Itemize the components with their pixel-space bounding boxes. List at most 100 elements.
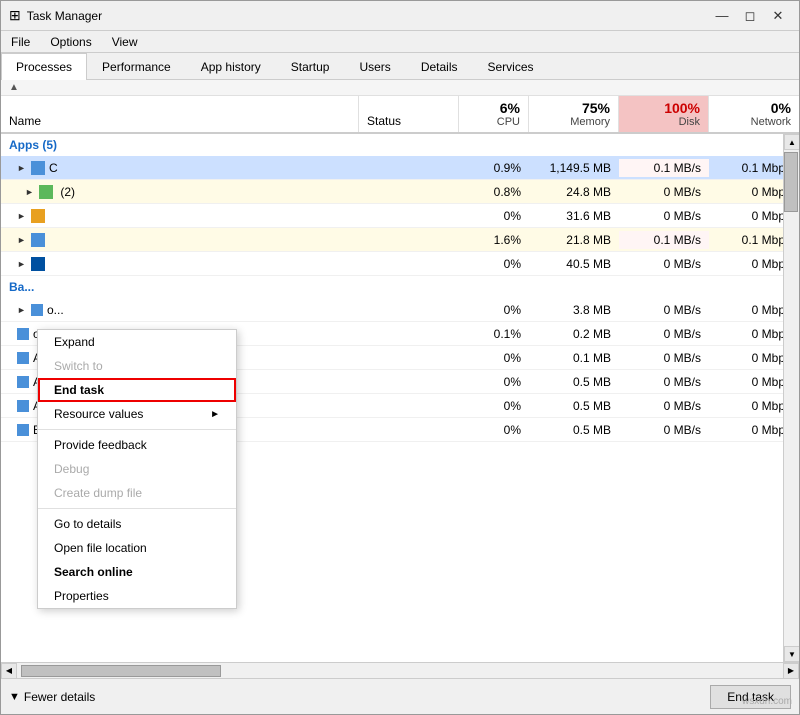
app-icon: [31, 304, 43, 316]
row-mem: 0.5 MB: [529, 373, 619, 391]
app-icon: [31, 209, 45, 223]
ctx-provide-feedback[interactable]: Provide feedback: [38, 433, 236, 457]
window-controls: — ◻ ✕: [709, 6, 791, 26]
app-icon: [39, 185, 53, 199]
row-cpu: 0%: [459, 301, 529, 319]
background-label: Ba...: [9, 280, 34, 294]
row-disk: 0 MB/s: [619, 373, 709, 391]
ctx-switch-to-label: Switch to: [54, 359, 103, 373]
maximize-button[interactable]: ◻: [737, 6, 763, 26]
minimize-button[interactable]: —: [709, 6, 735, 26]
app-icon: [17, 376, 29, 388]
ctx-expand[interactable]: Expand: [38, 330, 236, 354]
row-cpu: 0%: [459, 255, 529, 273]
bottom-bar: ▼ Fewer details End task: [1, 678, 799, 714]
row-name: ►: [1, 255, 359, 273]
expand-icon[interactable]: ►: [25, 187, 35, 197]
scroll-down-button[interactable]: ▼: [784, 646, 799, 662]
row-mem: 21.8 MB: [529, 231, 619, 249]
hscroll-left-button[interactable]: ◀: [1, 663, 17, 679]
table-row[interactable]: ► o... 0% 3.8 MB 0 MB/s 0 Mbps: [1, 298, 799, 322]
sort-row: ▲: [1, 80, 799, 96]
ctx-provide-feedback-label: Provide feedback: [54, 438, 147, 452]
row-cpu: 1.6%: [459, 231, 529, 249]
row-status: [359, 356, 459, 360]
expand-icon[interactable]: ►: [17, 211, 27, 221]
row-disk: 0 MB/s: [619, 349, 709, 367]
tab-services[interactable]: Services: [473, 53, 549, 80]
ctx-open-file-location[interactable]: Open file location: [38, 536, 236, 560]
expand-icon[interactable]: ►: [17, 259, 27, 269]
col-header-name[interactable]: Name: [1, 96, 359, 132]
app-icon: [17, 400, 29, 412]
menu-file[interactable]: File: [5, 33, 36, 51]
row-mem: 24.8 MB: [529, 183, 619, 201]
ctx-resource-values-label: Resource values: [54, 407, 143, 421]
scrollbar-track: [784, 150, 799, 646]
expand-icon[interactable]: ►: [17, 163, 27, 173]
ctx-separator-2: [38, 508, 236, 509]
ctx-debug[interactable]: Debug: [38, 457, 236, 481]
row-disk: 0.1 MB/s: [619, 231, 709, 249]
ctx-properties[interactable]: Properties: [38, 584, 236, 608]
row-process-name: C: [49, 161, 58, 175]
row-mem: 0.2 MB: [529, 325, 619, 343]
tab-processes[interactable]: Processes: [1, 53, 87, 80]
close-button[interactable]: ✕: [765, 6, 791, 26]
col-header-cpu[interactable]: 6% CPU: [459, 96, 529, 132]
title-bar-left: ⊞ Task Manager: [9, 7, 102, 24]
menu-view[interactable]: View: [106, 33, 144, 51]
ctx-properties-label: Properties: [54, 589, 109, 603]
row-status: [359, 404, 459, 408]
row-cpu: 0.1%: [459, 325, 529, 343]
app-icon: [31, 161, 45, 175]
tab-startup[interactable]: Startup: [276, 53, 345, 80]
hscroll-thumb[interactable]: [21, 665, 221, 677]
table-row[interactable]: ► C 0.9% 1,149.5 MB 0.1 MB/s 0.1 Mbps: [1, 156, 799, 180]
ctx-end-task[interactable]: End task: [38, 378, 236, 402]
app-icon: [31, 233, 45, 247]
table-row[interactable]: ► 1.6% 21.8 MB 0.1 MB/s 0.1 Mbps: [1, 228, 799, 252]
scroll-up-button[interactable]: ▲: [784, 134, 799, 150]
tab-performance[interactable]: Performance: [87, 53, 186, 80]
row-status: [359, 166, 459, 170]
ctx-search-online[interactable]: Search online: [38, 560, 236, 584]
row-mem: 0.1 MB: [529, 349, 619, 367]
row-process-name: o...: [47, 303, 64, 317]
col-header-network[interactable]: 0% Network: [709, 96, 799, 132]
row-disk: 0 MB/s: [619, 301, 709, 319]
horizontal-scrollbar: ◀ ▶: [1, 662, 799, 678]
sort-arrow-up[interactable]: ▲: [9, 82, 19, 93]
ctx-resource-values[interactable]: Resource values ►: [38, 402, 236, 426]
row-mem: 0.5 MB: [529, 397, 619, 415]
tab-details[interactable]: Details: [406, 53, 473, 80]
col-header-status[interactable]: Status: [359, 96, 459, 132]
row-cpu: 0%: [459, 397, 529, 415]
row-disk: 0.1 MB/s: [619, 159, 709, 177]
vertical-scrollbar[interactable]: ▲ ▼: [783, 134, 799, 662]
scrollbar-thumb[interactable]: [784, 152, 798, 212]
menu-options[interactable]: Options: [44, 33, 97, 51]
row-mem: 31.6 MB: [529, 207, 619, 225]
expand-icon[interactable]: ►: [17, 235, 27, 245]
row-disk: 0 MB/s: [619, 207, 709, 225]
table-row[interactable]: ► (2) 0.8% 24.8 MB 0 MB/s 0 Mbps: [1, 180, 799, 204]
tab-users[interactable]: Users: [344, 53, 405, 80]
table-row[interactable]: ► 0% 31.6 MB 0 MB/s 0 Mbps: [1, 204, 799, 228]
row-cpu: 0%: [459, 421, 529, 439]
tab-app-history[interactable]: App history: [186, 53, 276, 80]
ctx-go-to-details[interactable]: Go to details: [38, 512, 236, 536]
ctx-create-dump[interactable]: Create dump file: [38, 481, 236, 505]
fewer-details-button[interactable]: ▼ Fewer details: [9, 690, 95, 704]
col-header-disk[interactable]: 100% Disk: [619, 96, 709, 132]
hscroll-right-button[interactable]: ▶: [783, 663, 799, 679]
expand-icon[interactable]: ►: [17, 305, 27, 315]
col-header-memory[interactable]: 75% Memory: [529, 96, 619, 132]
fewer-details-label: Fewer details: [24, 690, 95, 704]
row-mem: 1,149.5 MB: [529, 159, 619, 177]
ctx-debug-label: Debug: [54, 462, 89, 476]
table-row[interactable]: ► 0% 40.5 MB 0 MB/s 0 Mbps: [1, 252, 799, 276]
row-status: [359, 308, 459, 312]
ctx-switch-to[interactable]: Switch to: [38, 354, 236, 378]
row-name: ► C: [1, 159, 359, 177]
